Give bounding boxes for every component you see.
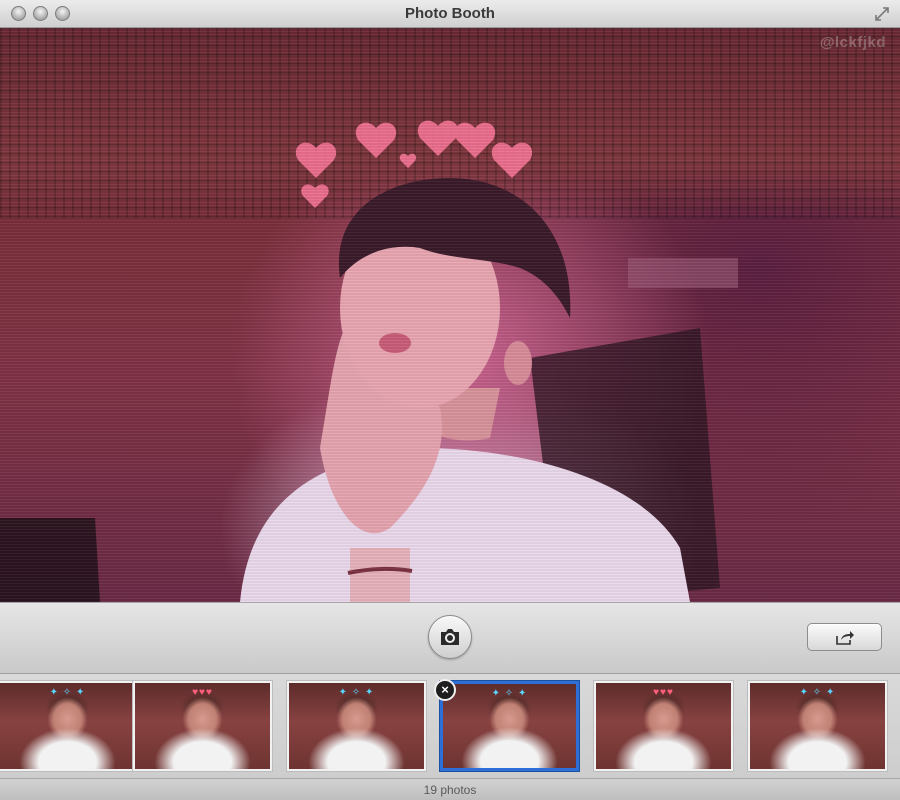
title-bar: Photo Booth	[0, 0, 900, 28]
delete-photo-button[interactable]: ×	[434, 679, 456, 701]
hearts-effect-icon: ♥♥♥	[192, 687, 213, 698]
birds-effect-icon: ✦ ✧ ✦	[491, 688, 528, 699]
camera-scene	[0, 120, 738, 602]
photo-booth-window: Photo Booth @lckfjkd × ✦ ✧ ✦ ♥♥♥ ✦ ✧ ✦ ✦…	[0, 0, 900, 800]
photo-thumbnail-selected[interactable]: ✦ ✧ ✦	[440, 681, 579, 771]
camera-icon	[441, 629, 459, 645]
birds-effect-icon: ✦ ✧ ✦	[799, 687, 836, 698]
photo-thumbnail[interactable]: ✦ ✧ ✦	[0, 681, 137, 771]
fullscreen-icon[interactable]	[874, 6, 890, 22]
camera-preview: @lckfjkd	[0, 28, 900, 602]
birds-effect-icon: ✦ ✧ ✦	[338, 687, 375, 698]
toolbar	[0, 602, 900, 674]
watermark-text: @lckfjkd	[819, 34, 886, 51]
window-title: Photo Booth	[405, 5, 495, 22]
photo-thumbnail[interactable]: ✦ ✧ ✦	[748, 681, 887, 771]
status-bar: 19 photos	[0, 778, 900, 800]
share-button[interactable]	[807, 623, 882, 651]
birds-effect-icon: ✦ ✧ ✦	[49, 687, 86, 698]
photo-count: 19 photos	[423, 783, 477, 797]
take-photo-button[interactable]	[428, 615, 472, 659]
photo-thumbnail[interactable]: ♥♥♥	[594, 681, 733, 771]
hearts-effect-icon: ♥♥♥	[653, 687, 674, 698]
share-icon	[836, 631, 854, 645]
photo-thumbnail[interactable]: ♥♥♥	[133, 681, 272, 771]
photo-thumbnail[interactable]: ✦ ✧ ✦	[287, 681, 426, 771]
